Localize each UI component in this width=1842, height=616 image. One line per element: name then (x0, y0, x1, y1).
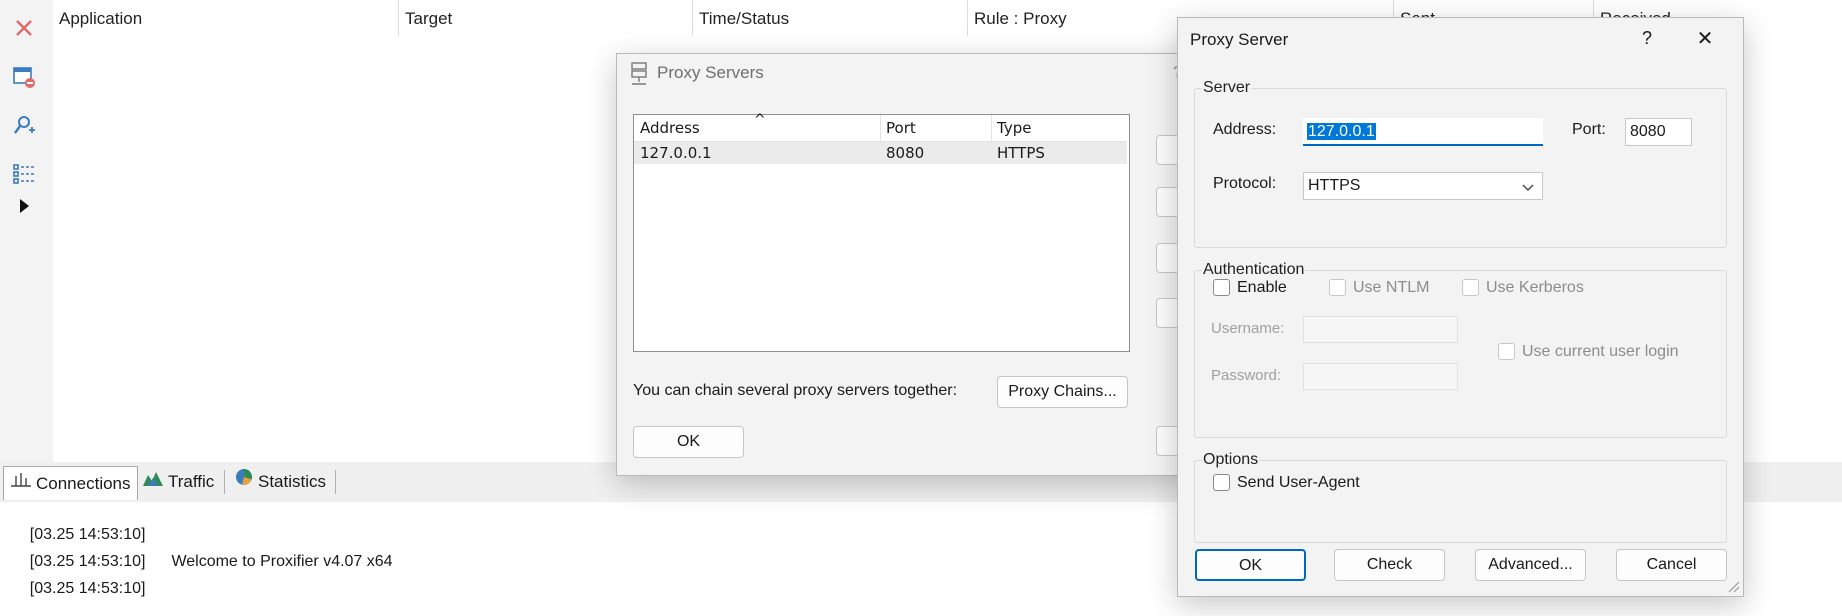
enable-label: Enable (1237, 279, 1287, 296)
window-remove-icon[interactable] (10, 63, 38, 91)
resize-grip-icon[interactable] (1726, 579, 1740, 598)
log-line: [03.25 14:53:10] (12, 562, 146, 616)
port-field[interactable]: 8080 (1625, 118, 1692, 146)
advanced-button[interactable]: Advanced... (1475, 549, 1586, 581)
column-header-time-status[interactable]: Time/Status (693, 0, 968, 36)
username-label: Username: (1211, 320, 1285, 337)
column-header-address[interactable]: Address (640, 115, 700, 141)
tab-statistics-label: Statistics (258, 472, 327, 491)
use-current-login-label: Use current user login (1522, 343, 1679, 360)
column-header-application[interactable]: Application (53, 0, 399, 36)
password-field[interactable] (1303, 363, 1458, 390)
close-icon[interactable]: ✕ (1690, 26, 1720, 54)
options-group (1194, 460, 1727, 543)
column-divider (880, 115, 881, 141)
server-group (1194, 88, 1727, 248)
tab-statistics[interactable]: Statistics (228, 466, 332, 498)
column-header-port[interactable]: Port (886, 115, 916, 141)
proxy-list-header: Address ^ Port Type (634, 112, 1127, 142)
tab-traffic-label: Traffic (168, 472, 215, 491)
connections-icon (10, 468, 32, 500)
ok-button[interactable]: OK (633, 426, 744, 458)
column-divider (991, 115, 992, 141)
proxy-server-title: Proxy Server (1190, 30, 1289, 49)
sort-ascending-icon: ^ (754, 112, 766, 128)
statistics-icon (234, 466, 254, 498)
close-x-icon[interactable] (10, 14, 38, 42)
address-value: 127.0.0.1 (1307, 123, 1376, 140)
proxy-type-cell: HTTPS (997, 144, 1045, 162)
authentication-group-title: Authentication (1202, 261, 1306, 279)
ok-button[interactable]: OK (1195, 549, 1306, 581)
proxy-servers-title: Proxy Servers (657, 63, 764, 82)
table-row[interactable]: 127.0.0.1 8080 HTTPS (634, 142, 1127, 164)
play-arrow-icon[interactable] (10, 192, 38, 220)
address-field[interactable]: 127.0.0.1 (1303, 118, 1543, 146)
log-time: [03.25 14:53:10] (29, 580, 146, 597)
password-label: Password: (1211, 367, 1282, 384)
options-group-title: Options (1202, 451, 1260, 469)
tab-traffic[interactable]: Traffic (136, 466, 220, 498)
use-current-login-checkbox[interactable] (1498, 343, 1515, 360)
enable-checkbox[interactable] (1213, 279, 1230, 296)
tab-separator (224, 470, 225, 494)
protocol-value: HTTPS (1308, 177, 1361, 194)
tab-separator (335, 470, 336, 494)
chevron-down-icon (1522, 176, 1534, 202)
protocol-label: Protocol: (1213, 175, 1277, 192)
check-button[interactable]: Check (1334, 549, 1445, 581)
use-ntlm-label: Use NTLM (1353, 279, 1430, 296)
server-icon (629, 61, 649, 92)
address-label: Address: (1213, 121, 1277, 138)
port-label: Port: (1572, 121, 1606, 138)
proxy-address-cell: 127.0.0.1 (640, 144, 712, 162)
list-icon[interactable] (10, 160, 38, 188)
send-user-agent-checkbox[interactable] (1213, 474, 1230, 491)
proxy-list[interactable]: Address ^ Port Type 127.0.0.1 8080 HTTPS (633, 112, 1130, 352)
column-header-type[interactable]: Type (997, 115, 1031, 141)
use-kerberos-label: Use Kerberos (1486, 279, 1584, 296)
proxy-servers-dialog: Proxy Servers ? Address ^ Port Type 127.… (616, 53, 1206, 476)
main-toolbar (0, 0, 54, 462)
column-header-target[interactable]: Target (399, 0, 693, 36)
username-field[interactable] (1303, 316, 1458, 343)
cancel-button[interactable]: Cancel (1616, 549, 1727, 581)
proxy-chains-button[interactable]: Proxy Chains... (997, 376, 1128, 408)
help-icon[interactable]: ? (1632, 28, 1662, 54)
tab-connections-label: Connections (36, 473, 131, 493)
traffic-icon (142, 466, 164, 498)
chain-info-text: You can chain several proxy servers toge… (633, 382, 958, 399)
protocol-select[interactable]: HTTPS (1303, 172, 1543, 200)
tab-connections[interactable]: Connections (3, 466, 138, 500)
use-kerberos-checkbox[interactable] (1462, 279, 1479, 296)
server-group-title: Server (1202, 79, 1252, 97)
proxy-port-cell: 8080 (886, 144, 925, 162)
log-message: Welcome to Proxifier v4.07 x64 (171, 553, 393, 570)
send-user-agent-label: Send User-Agent (1237, 474, 1360, 491)
find-user-icon[interactable] (10, 111, 38, 139)
use-ntlm-checkbox[interactable] (1329, 279, 1346, 296)
proxy-server-dialog: Proxy Server ? ✕ Server Address: 127.0.0… (1177, 17, 1744, 597)
